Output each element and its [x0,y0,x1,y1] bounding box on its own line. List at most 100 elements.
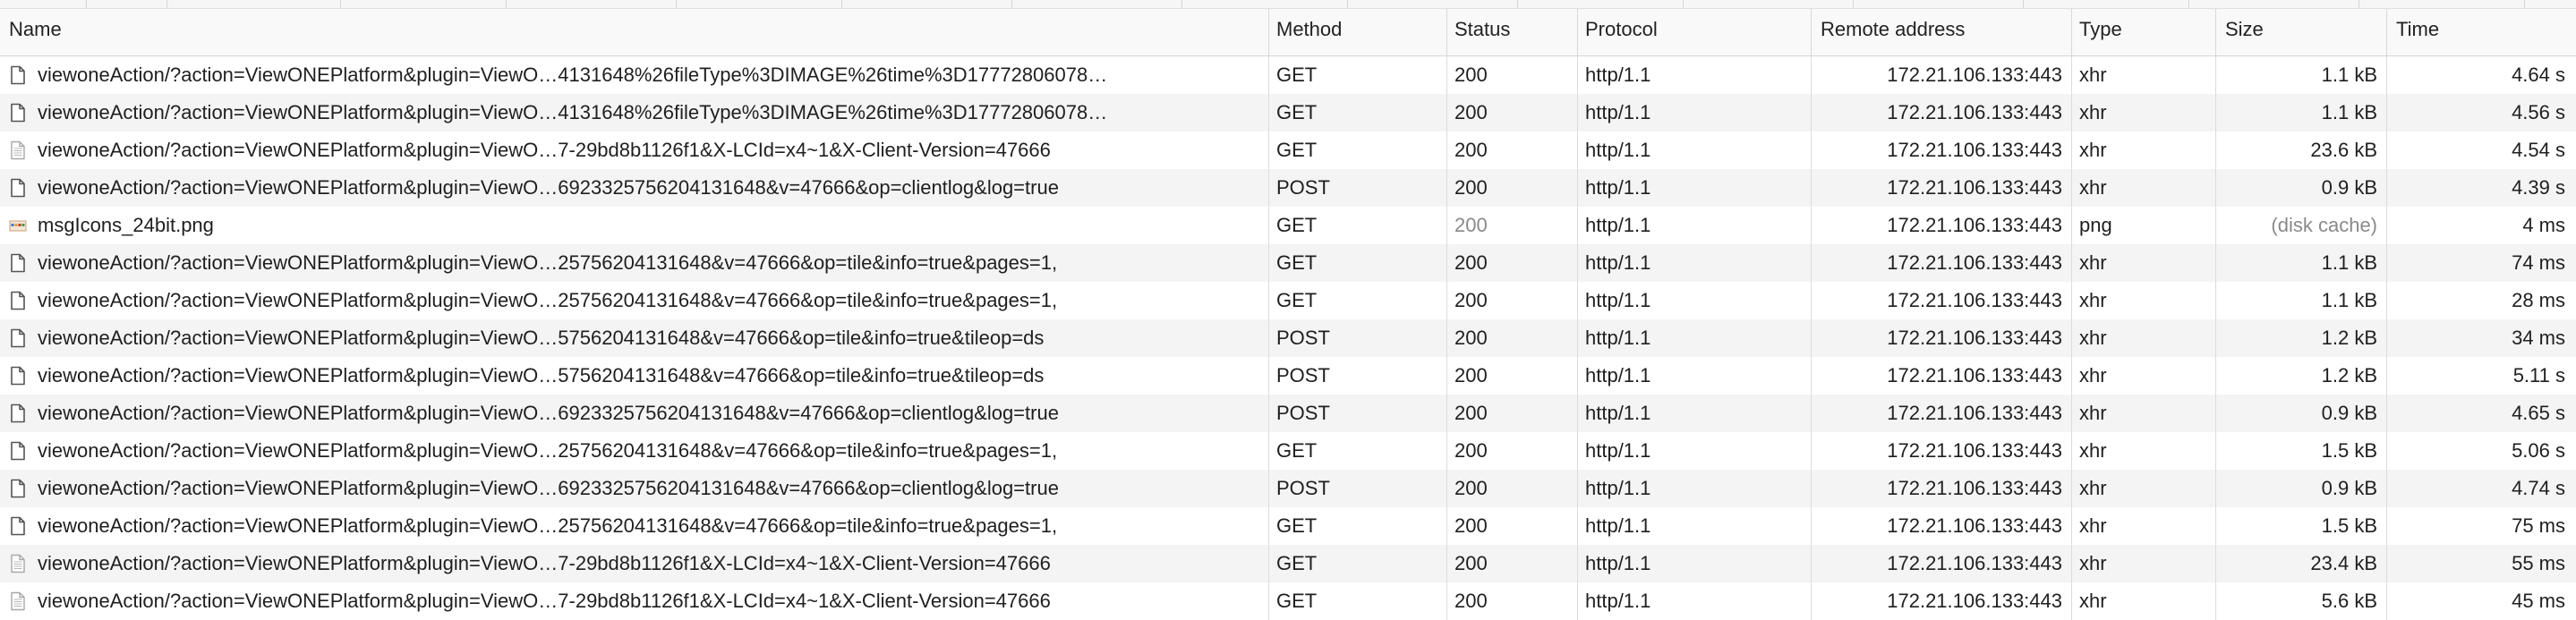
table-row[interactable]: viewoneAction/?action=ViewONEPlatform&pl… [0,507,2576,545]
request-time: 4.54 s [2386,132,2576,169]
request-name-cell[interactable]: viewoneAction/?action=ViewONEPlatform&pl… [0,395,1268,432]
table-row[interactable]: viewoneAction/?action=ViewONEPlatform&pl… [0,132,2576,169]
request-remote-address: 172.21.106.133:443 [1811,470,2071,507]
column-header-remote-address[interactable]: Remote address [1811,9,2071,55]
column-header-time[interactable]: Time [2386,9,2576,55]
timeline-tick [166,0,167,8]
table-row[interactable]: viewoneAction/?action=ViewONEPlatform&pl… [0,282,2576,319]
timeline-tick [340,0,341,8]
timeline-tick [2188,0,2189,8]
request-size: 1.1 kB [2215,244,2386,282]
request-protocol: http/1.1 [1577,582,1811,620]
request-method: GET [1268,582,1446,620]
table-row[interactable]: viewoneAction/?action=ViewONEPlatform&pl… [0,56,2576,94]
request-name-cell[interactable]: viewoneAction/?action=ViewONEPlatform&pl… [0,282,1268,319]
column-header-name[interactable]: Name [0,9,1268,55]
request-name-cell[interactable]: viewoneAction/?action=ViewONEPlatform&pl… [0,244,1268,282]
request-remote-address: 172.21.106.133:443 [1811,207,2071,244]
table-row[interactable]: viewoneAction/?action=ViewONEPlatform&pl… [0,94,2576,132]
request-time: 4.74 s [2386,470,2576,507]
request-remote-address: 172.21.106.133:443 [1811,244,2071,282]
request-method: GET [1268,56,1446,94]
request-remote-address: 172.21.106.133:443 [1811,582,2071,620]
table-row[interactable]: viewoneAction/?action=ViewONEPlatform&pl… [0,582,2576,620]
request-name-cell[interactable]: viewoneAction/?action=ViewONEPlatform&pl… [0,169,1268,207]
table-row[interactable]: msgIcons_24bit.png GET 200 http/1.1 172.21.1… [0,207,2576,244]
request-method: POST [1268,357,1446,395]
timeline-tick [86,0,87,8]
request-type: xhr [2071,507,2215,545]
request-protocol: http/1.1 [1577,319,1811,357]
request-time: 4.39 s [2386,169,2576,207]
request-name: viewoneAction/?action=ViewONEPlatform&pl… [38,402,1059,424]
table-row[interactable]: viewoneAction/?action=ViewONEPlatform&pl… [0,470,2576,507]
request-name: viewoneAction/?action=ViewONEPlatform&pl… [38,101,1108,123]
request-name-cell[interactable]: viewoneAction/?action=ViewONEPlatform&pl… [0,94,1268,132]
request-type: xhr [2071,94,2215,132]
request-size: 0.9 kB [2215,395,2386,432]
request-name-cell[interactable]: viewoneAction/?action=ViewONEPlatform&pl… [0,432,1268,470]
table-row[interactable]: viewoneAction/?action=ViewONEPlatform&pl… [0,244,2576,282]
column-header-method[interactable]: Method [1268,9,1446,55]
column-header-size[interactable]: Size [2215,9,2386,55]
request-name: viewoneAction/?action=ViewONEPlatform&pl… [38,364,1045,386]
request-protocol: http/1.1 [1577,132,1811,169]
request-name: viewoneAction/?action=ViewONEPlatform&pl… [38,176,1059,199]
request-name-cell[interactable]: viewoneAction/?action=ViewONEPlatform&pl… [0,56,1268,94]
request-name: viewoneAction/?action=ViewONEPlatform&pl… [38,289,1058,311]
request-type: xhr [2071,132,2215,169]
request-method: POST [1268,470,1446,507]
timeline-tick [2358,0,2359,8]
request-name-cell[interactable]: viewoneAction/?action=ViewONEPlatform&pl… [0,470,1268,507]
timeline-tick [1683,0,1684,8]
document-icon [9,65,27,85]
request-name-cell[interactable]: viewoneAction/?action=ViewONEPlatform&pl… [0,132,1268,169]
request-size: (disk cache) [2215,207,2386,244]
table-row[interactable]: viewoneAction/?action=ViewONEPlatform&pl… [0,395,2576,432]
request-time: 75 ms [2386,507,2576,545]
request-name-cell[interactable]: viewoneAction/?action=ViewONEPlatform&pl… [0,319,1268,357]
request-status: 200 [1446,395,1577,432]
request-name: viewoneAction/?action=ViewONEPlatform&pl… [38,251,1058,274]
request-type: xhr [2071,282,2215,319]
request-name-cell[interactable]: viewoneAction/?action=ViewONEPlatform&pl… [0,545,1268,582]
request-name-cell[interactable]: viewoneAction/?action=ViewONEPlatform&pl… [0,357,1268,395]
request-name-cell[interactable]: viewoneAction/?action=ViewONEPlatform&pl… [0,507,1268,545]
request-method: GET [1268,282,1446,319]
request-name-cell[interactable]: msgIcons_24bit.png [0,207,1268,244]
document-icon [9,253,27,273]
request-remote-address: 172.21.106.133:443 [1811,432,2071,470]
table-row[interactable]: viewoneAction/?action=ViewONEPlatform&pl… [0,319,2576,357]
table-row[interactable]: viewoneAction/?action=ViewONEPlatform&pl… [0,432,2576,470]
request-status: 200 [1446,319,1577,357]
column-header-type[interactable]: Type [2071,9,2215,55]
request-remote-address: 172.21.106.133:443 [1811,395,2071,432]
column-header-protocol[interactable]: Protocol [1577,9,1811,55]
document-icon [9,291,27,310]
request-status: 200 [1446,207,1577,244]
request-name: viewoneAction/?action=ViewONEPlatform&pl… [38,590,1051,612]
document-icon [9,366,27,386]
request-time: 4 ms [2386,207,2576,244]
request-protocol: http/1.1 [1577,207,1811,244]
request-type: xhr [2071,432,2215,470]
column-header-status[interactable]: Status [1446,9,1577,55]
request-protocol: http/1.1 [1577,169,1811,207]
request-method: POST [1268,395,1446,432]
table-row[interactable]: viewoneAction/?action=ViewONEPlatform&pl… [0,169,2576,207]
request-method: GET [1268,132,1446,169]
request-status: 200 [1446,507,1577,545]
request-status: 200 [1446,244,1577,282]
timeline-tick [1517,0,1518,8]
request-status: 200 [1446,357,1577,395]
request-status: 200 [1446,282,1577,319]
request-remote-address: 172.21.106.133:443 [1811,169,2071,207]
image-icon [9,216,27,235]
table-row[interactable]: viewoneAction/?action=ViewONEPlatform&pl… [0,545,2576,582]
request-name-cell[interactable]: viewoneAction/?action=ViewONEPlatform&pl… [0,582,1268,620]
table-row[interactable]: viewoneAction/?action=ViewONEPlatform&pl… [0,357,2576,395]
request-type: xhr [2071,545,2215,582]
request-status: 200 [1446,470,1577,507]
network-request-table: Name Method Status Protocol Remote addre… [0,9,2576,620]
text-document-icon [9,140,27,160]
